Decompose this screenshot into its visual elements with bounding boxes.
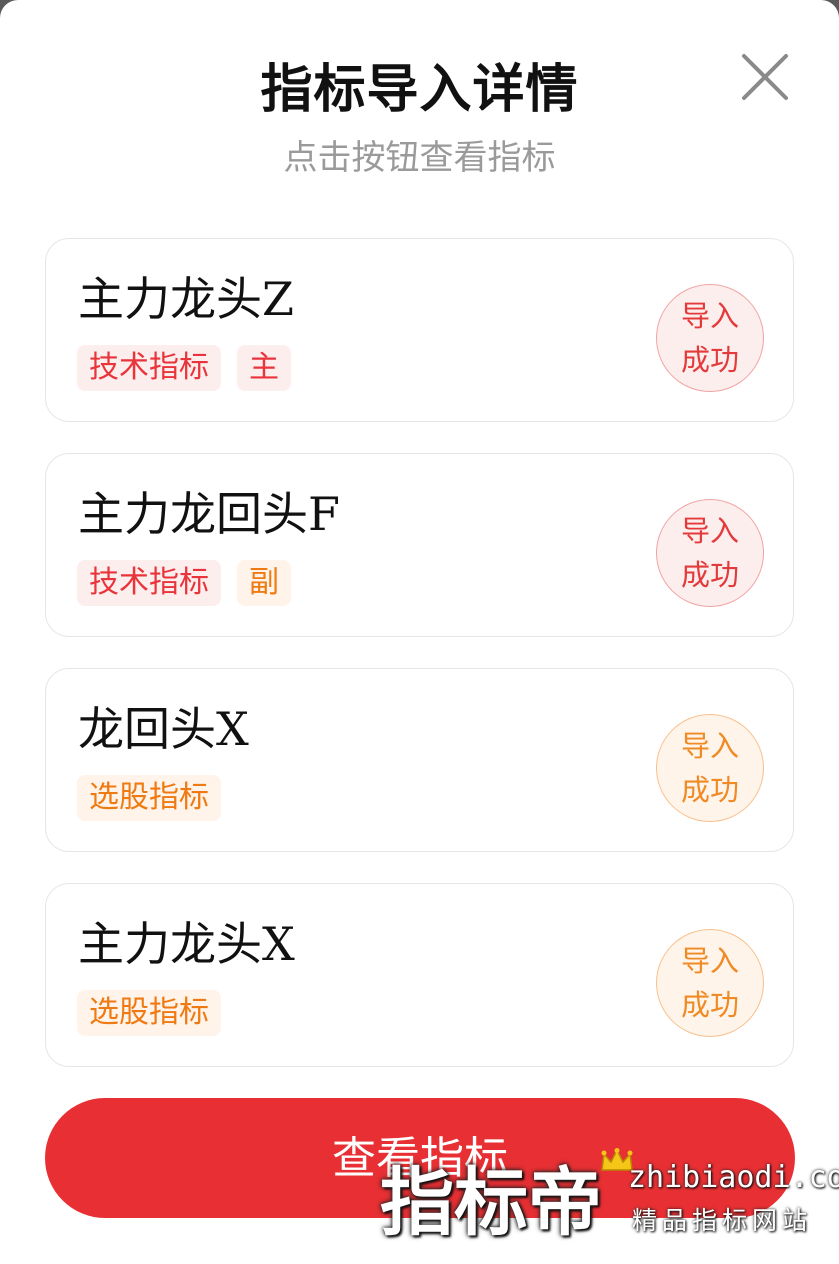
indicator-name: 主力龙头Z [78, 272, 294, 326]
tag-list: 选股指标 [77, 775, 221, 821]
tag-list: 技术指标 主 [77, 345, 291, 391]
indicator-name: 主力龙回头F [78, 487, 340, 541]
chart-position-tag: 主 [237, 345, 291, 391]
tag-list: 选股指标 [77, 990, 221, 1036]
chart-position-tag: 副 [237, 560, 291, 606]
indicator-card: 主力龙头Z 技术指标 主 导入 成功 [45, 238, 794, 422]
category-tag: 选股指标 [77, 775, 221, 821]
category-tag: 技术指标 [77, 560, 221, 606]
watermark-url: zhibiaodi.com [628, 1160, 839, 1195]
indicator-card: 龙回头X 选股指标 导入 成功 [45, 668, 794, 852]
tag-list: 技术指标 副 [77, 560, 291, 606]
close-icon [742, 54, 788, 100]
import-success-stamp: 导入 成功 [656, 284, 764, 392]
indicator-card: 主力龙回头F 技术指标 副 导入 成功 [45, 453, 794, 637]
dialog-subtitle: 点击按钮查看指标 [283, 138, 556, 178]
indicator-card: 主力龙头X 选股指标 导入 成功 [45, 883, 794, 1067]
import-success-stamp: 导入 成功 [656, 714, 764, 822]
watermark-slogan: 精品指标网站 [632, 1206, 813, 1235]
indicator-name: 主力龙头X [78, 917, 295, 971]
watermark-brand: 指标帝 [380, 1160, 602, 1246]
dialog-title: 指标导入详情 [260, 60, 579, 120]
import-details-dialog: 指标导入详情 点击按钮查看指标 主力龙头Z 技术指标 主 导入 成功 主力龙回头… [0, 0, 839, 1264]
import-success-stamp: 导入 成功 [656, 499, 764, 607]
indicator-name: 龙回头X [78, 702, 249, 756]
category-tag: 技术指标 [77, 345, 221, 391]
import-success-stamp: 导入 成功 [656, 929, 764, 1037]
category-tag: 选股指标 [77, 990, 221, 1036]
close-button[interactable] [738, 50, 792, 104]
watermark-logo: 指标帝 zhibiaodi.com 精品指标网站 [380, 1148, 839, 1248]
